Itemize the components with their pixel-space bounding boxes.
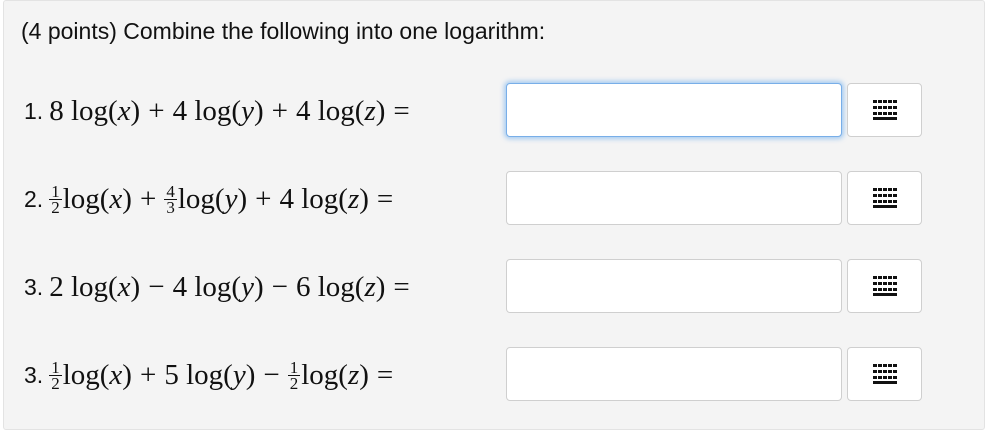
grid-icon xyxy=(872,100,897,120)
question-panel: (4 points) Combine the following into on… xyxy=(3,0,985,430)
coefficient: 4 xyxy=(295,94,311,127)
operator: + xyxy=(148,94,165,127)
log-function: log(z) xyxy=(317,94,386,127)
question-row-3: 3. 2 log(x) − 4 log(y) − 6 log(z) = xyxy=(24,257,418,317)
log-function: log(x) xyxy=(70,94,141,127)
grid-icon xyxy=(872,276,897,296)
log-function: log(x) xyxy=(62,358,132,391)
math-expression: 12 log(x) + 43 log(y) + 4 log(z) = xyxy=(49,183,401,216)
math-keyboard-button-2[interactable] xyxy=(847,171,922,225)
log-function: log(z) xyxy=(301,182,369,215)
coefficient: 5 xyxy=(164,358,179,391)
log-function: log(y) xyxy=(177,182,248,215)
coefficient: 2 xyxy=(49,270,64,303)
math-expression: 12 log(x) + 5 log(y) − 12 log(z) = xyxy=(49,359,401,392)
answer-input-1[interactable] xyxy=(506,83,842,137)
equals-sign: = xyxy=(393,270,410,303)
question-number: 2. xyxy=(24,185,44,212)
operator: + xyxy=(271,94,288,127)
math-keyboard-button-4[interactable] xyxy=(847,347,922,401)
question-number: 3. xyxy=(24,361,44,388)
log-function: log(x) xyxy=(70,270,141,303)
log-function: log(z) xyxy=(317,270,386,303)
operator: − xyxy=(271,270,288,303)
log-function: log(y) xyxy=(194,270,264,303)
log-function: log(y) xyxy=(186,358,256,391)
fraction: 12 xyxy=(49,181,62,217)
math-keyboard-button-3[interactable] xyxy=(847,259,922,313)
coefficient: 8 xyxy=(49,94,64,127)
question-row-1: 1. 8 log(x) + 4 log(y) + 4 log(z) = xyxy=(24,81,418,141)
operator: + xyxy=(139,182,157,215)
question-number: 3. xyxy=(24,273,44,300)
fraction: 12 xyxy=(287,357,301,393)
math-keyboard-button-1[interactable] xyxy=(847,83,922,137)
log-function: log(y) xyxy=(194,94,264,127)
math-expression: 8 log(x) + 4 log(y) + 4 log(z) = xyxy=(49,95,418,128)
operator: + xyxy=(139,358,157,391)
grid-icon xyxy=(872,188,897,208)
question-number: 1. xyxy=(24,97,44,124)
log-function: log(x) xyxy=(62,182,132,215)
coefficient: 4 xyxy=(172,94,188,127)
log-function: log(z) xyxy=(301,358,369,391)
fraction: 12 xyxy=(49,357,62,393)
fraction: 43 xyxy=(164,181,177,217)
grid-icon xyxy=(872,364,897,384)
operator: + xyxy=(255,182,272,215)
operator: − xyxy=(263,358,280,391)
equals-sign: = xyxy=(376,358,394,391)
coefficient: 4 xyxy=(172,270,188,303)
coefficient: 4 xyxy=(279,182,294,215)
equals-sign: = xyxy=(393,94,410,127)
coefficient: 6 xyxy=(295,270,311,303)
question-row-2: 2. 12 log(x) + 43 log(y) + 4 log(z) = xyxy=(24,169,401,229)
question-title: (4 points) Combine the following into on… xyxy=(21,18,546,44)
answer-input-4[interactable] xyxy=(506,347,842,401)
answer-input-3[interactable] xyxy=(506,259,842,313)
math-expression: 2 log(x) − 4 log(y) − 6 log(z) = xyxy=(49,271,418,304)
equals-sign: = xyxy=(376,182,394,215)
answer-input-2[interactable] xyxy=(506,171,842,225)
operator: − xyxy=(148,270,165,303)
question-row-4: 3. 12 log(x) + 5 log(y) − 12 log(z) = xyxy=(24,345,401,405)
